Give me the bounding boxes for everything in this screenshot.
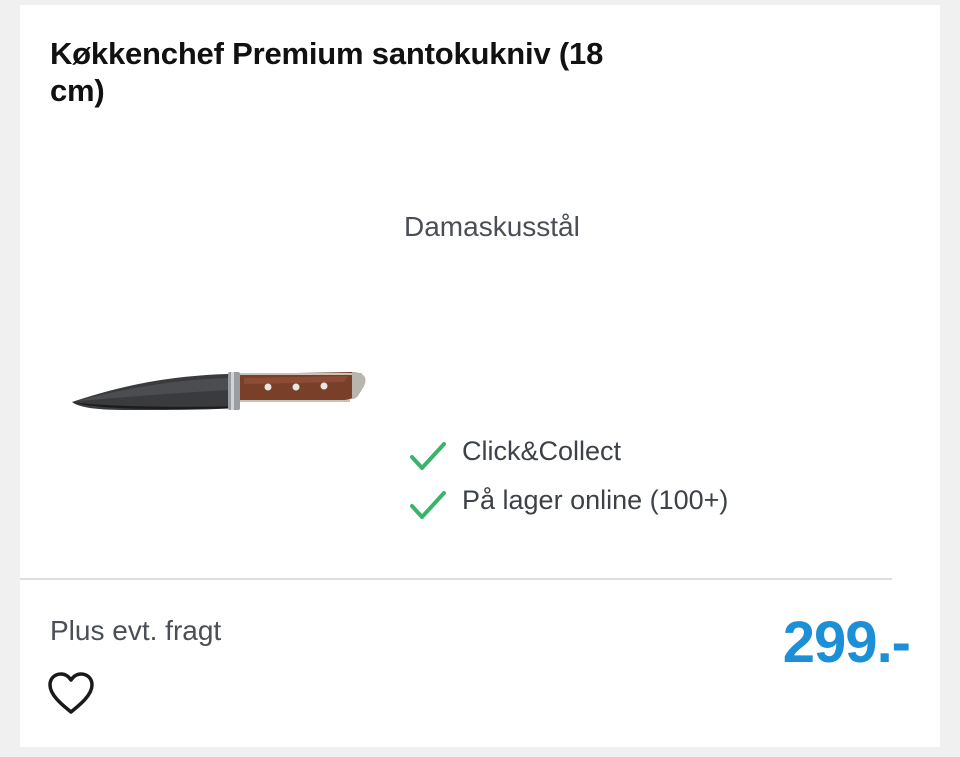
- availability-label: Click&Collect: [462, 436, 622, 466]
- santoku-knife-image[interactable]: [68, 360, 368, 430]
- checkmark-icon: [410, 441, 446, 470]
- availability-label: På lager online (100+): [462, 485, 729, 515]
- availability-list: Click&Collect På lager online (100+): [408, 427, 728, 525]
- product-title[interactable]: Køkkenchef Premium santokukniv (18 cm): [50, 35, 650, 109]
- checkmark-icon: [410, 490, 446, 519]
- product-card[interactable]: Køkkenchef Premium santokukniv (18 cm) D…: [20, 5, 940, 747]
- availability-item-online-stock: På lager online (100+): [408, 476, 728, 525]
- product-material: Damaskusstål: [404, 211, 580, 242]
- product-price: 299.-: [782, 610, 911, 675]
- heart-outline-icon[interactable]: [46, 670, 96, 718]
- availability-item-click-collect: Click&Collect: [408, 427, 728, 476]
- shipping-note: Plus evt. fragt: [50, 615, 222, 646]
- divider: [20, 578, 892, 580]
